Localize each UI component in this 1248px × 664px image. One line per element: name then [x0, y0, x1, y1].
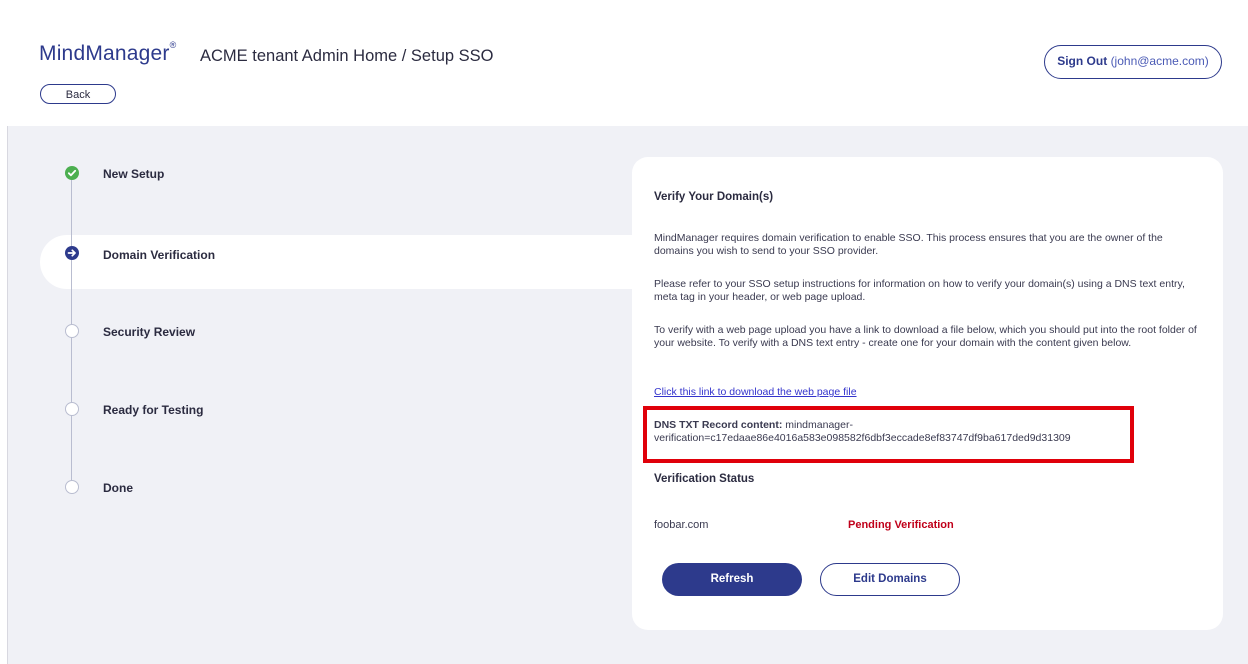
step-security-review: Security Review: [103, 325, 196, 339]
back-button[interactable]: Back: [40, 84, 116, 104]
mindmanager-logo: MindManager®: [39, 40, 177, 66]
signed-in-user-email: (john@acme.com): [1110, 54, 1209, 68]
instructions-paragraph: Please refer to your SSO setup instructi…: [654, 278, 1185, 303]
intro-paragraph: MindManager requires domain verification…: [654, 232, 1163, 257]
sign-out-label: Sign Out: [1057, 54, 1108, 68]
logo-text: MindManager: [39, 42, 170, 65]
domain-name: foobar.com: [654, 519, 709, 531]
dns-label: DNS TXT Record content:: [654, 419, 783, 431]
check-circle-icon: [65, 166, 79, 180]
dns-record-content: DNS TXT Record content: mindmanager-veri…: [654, 419, 1124, 445]
step-ready-for-testing: Ready for Testing: [103, 403, 204, 417]
empty-circle-icon: [65, 480, 79, 494]
step-new-setup: New Setup: [103, 167, 165, 181]
empty-circle-icon: [65, 324, 79, 338]
empty-circle-icon: [65, 402, 79, 416]
arrow-right-circle-icon: [65, 246, 79, 260]
breadcrumb: ACME tenant Admin Home / Setup SSO: [200, 47, 494, 65]
verification-status-title: Verification Status: [654, 473, 755, 485]
upload-paragraph: To verify with a web page upload you hav…: [654, 324, 1197, 349]
panel-title: Verify Your Domain(s): [654, 191, 774, 203]
step-done: Done: [103, 481, 133, 495]
download-file-link[interactable]: Click this link to download the web page…: [654, 386, 857, 398]
status-badge: Pending Verification: [848, 519, 954, 531]
header: MindManager® ACME tenant Admin Home / Se…: [0, 0, 1248, 126]
step-domain-verification: Domain Verification: [103, 248, 216, 262]
sign-out-button[interactable]: Sign Out (john@acme.com): [1044, 45, 1222, 79]
current-step-highlight: [40, 235, 660, 289]
registered-mark: ®: [169, 40, 177, 50]
refresh-button[interactable]: Refresh: [662, 563, 802, 596]
edit-domains-button[interactable]: Edit Domains: [820, 563, 960, 596]
